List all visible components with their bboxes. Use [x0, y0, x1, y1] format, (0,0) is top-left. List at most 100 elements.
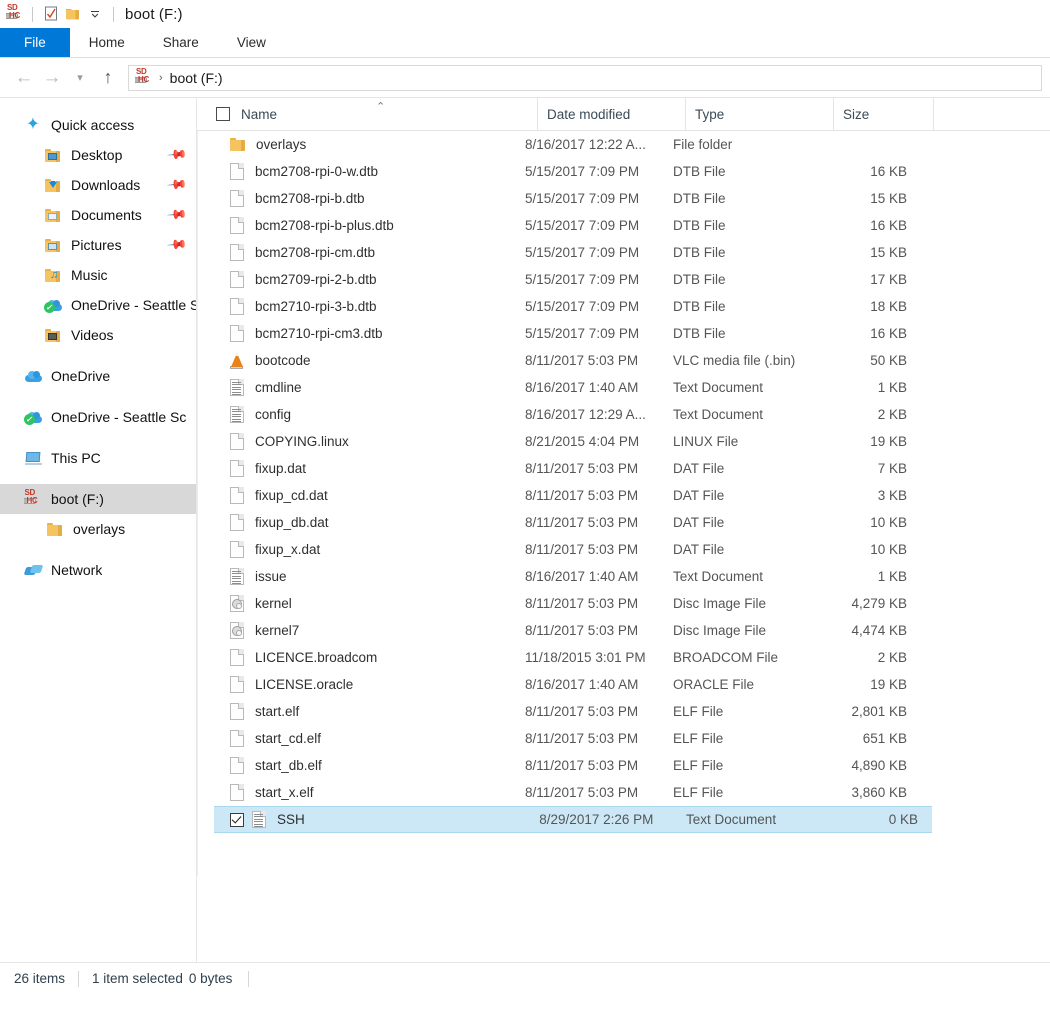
sidebar-item-label: Downloads — [71, 177, 141, 193]
sidebar-item-boot-f[interactable]: SD HC boot (F:) — [0, 484, 196, 514]
table-row[interactable]: bcm2708-rpi-0-w.dtb 5/15/2017 7:09 PM DT… — [197, 158, 1050, 185]
pin-icon[interactable]: 📌 — [166, 234, 188, 257]
table-row[interactable]: kernel 8/11/2017 5:03 PM Disc Image File… — [197, 590, 1050, 617]
table-row[interactable]: cmdline 8/16/2017 1:40 AM Text Document … — [197, 374, 1050, 401]
file-size-cell: 19 KB — [870, 434, 907, 449]
file-name-label: SSH — [277, 812, 305, 827]
file-name-label: start_x.elf — [255, 785, 314, 800]
sidebar-item-desktop[interactable]: Desktop 📌 — [0, 140, 196, 170]
status-selection-size: 0 bytes — [188, 971, 233, 986]
column-header-size[interactable]: Size — [833, 98, 933, 131]
file-date-cell: 8/16/2017 12:22 A... — [525, 137, 646, 152]
table-row[interactable]: fixup_x.dat 8/11/2017 5:03 PM DAT File 1… — [197, 536, 1050, 563]
recent-locations-chevron-icon[interactable]: ▾ — [66, 64, 94, 92]
file-name-label: fixup_cd.dat — [255, 488, 328, 503]
file-date-cell: 8/11/2017 5:03 PM — [525, 731, 639, 746]
table-row[interactable]: LICENSE.oracle 8/16/2017 1:40 AM ORACLE … — [197, 671, 1050, 698]
generic-file-icon — [230, 702, 245, 721]
sidebar-item-label: boot (F:) — [51, 491, 104, 507]
tab-home[interactable]: Home — [70, 28, 144, 57]
tab-share[interactable]: Share — [144, 28, 218, 57]
generic-file-icon — [230, 243, 245, 262]
table-row[interactable]: start_cd.elf 8/11/2017 5:03 PM ELF File … — [197, 725, 1050, 752]
table-row[interactable]: bcm2708-rpi-b.dtb 5/15/2017 7:09 PM DTB … — [197, 185, 1050, 212]
up-arrow-icon[interactable]: ↑ — [94, 64, 122, 92]
table-row[interactable]: bcm2708-rpi-cm.dtb 5/15/2017 7:09 PM DTB… — [197, 239, 1050, 266]
table-row[interactable]: bcm2709-rpi-2-b.dtb 5/15/2017 7:09 PM DT… — [197, 266, 1050, 293]
sidebar-item-overlays[interactable]: overlays — [0, 514, 196, 544]
select-all-checkbox[interactable] — [216, 107, 230, 121]
file-date-cell: 5/15/2017 7:09 PM — [525, 326, 640, 341]
table-row[interactable]: COPYING.linux 8/21/2015 4:04 PM LINUX Fi… — [197, 428, 1050, 455]
table-row[interactable]: fixup_cd.dat 8/11/2017 5:03 PM DAT File … — [197, 482, 1050, 509]
breadcrumb-address-field[interactable]: SD HC › boot (F:) — [128, 64, 1042, 91]
column-header-name[interactable]: Name ⌃ — [241, 98, 537, 131]
sidebar-item-onedrive-seattle-quick[interactable]: ✓ OneDrive - Seattle S — [0, 290, 196, 320]
file-date-cell: 8/11/2017 5:03 PM — [525, 542, 639, 557]
file-name-label: fixup.dat — [255, 461, 307, 476]
breadcrumb-current-folder[interactable]: boot (F:) — [170, 70, 223, 86]
table-row[interactable]: start_db.elf 8/11/2017 5:03 PM ELF File … — [197, 752, 1050, 779]
sidebar-item-quick-access[interactable]: ✦ Quick access — [0, 110, 196, 140]
pin-icon[interactable]: 📌 — [166, 144, 188, 167]
sidebar-item-this-pc[interactable]: This PC — [0, 443, 196, 473]
file-type-cell: ELF File — [673, 731, 724, 746]
table-row[interactable]: start.elf 8/11/2017 5:03 PM ELF File 2,8… — [197, 698, 1050, 725]
generic-file-icon — [230, 297, 245, 316]
folder-desktop-icon — [42, 145, 64, 165]
column-header-row: Name ⌃ Date modified Type Size — [197, 98, 1050, 131]
sidebar-item-onedrive-seattle[interactable]: ✓ OneDrive - Seattle Sc — [0, 402, 196, 432]
tab-file[interactable]: File — [0, 28, 70, 57]
sidebar-item-pictures[interactable]: Pictures 📌 — [0, 230, 196, 260]
properties-icon[interactable] — [40, 3, 62, 25]
table-row[interactable]: bcm2708-rpi-b-plus.dtb 5/15/2017 7:09 PM… — [197, 212, 1050, 239]
sidebar-item-music[interactable]: ♫ Music — [0, 260, 196, 290]
table-row[interactable]: bcm2710-rpi-cm3.dtb 5/15/2017 7:09 PM DT… — [197, 320, 1050, 347]
file-name-cell: bcm2710-rpi-3-b.dtb — [197, 297, 525, 316]
forward-arrow-icon[interactable]: → — [38, 64, 66, 92]
file-name-cell: SSH — [214, 810, 539, 829]
sidebar-item-onedrive[interactable]: OneDrive — [0, 361, 196, 391]
sidebar-item-network[interactable]: Network — [0, 555, 196, 585]
new-folder-icon[interactable] — [62, 3, 84, 25]
column-header-date-modified[interactable]: Date modified — [537, 98, 685, 131]
text-document-icon — [252, 810, 267, 829]
generic-file-icon — [230, 432, 245, 451]
pin-icon[interactable]: 📌 — [166, 174, 188, 197]
column-header-spacer — [933, 98, 1037, 131]
table-row[interactable]: fixup_db.dat 8/11/2017 5:03 PM DAT File … — [197, 509, 1050, 536]
table-row[interactable]: overlays 8/16/2017 12:22 A... File folde… — [197, 131, 1050, 158]
row-checkbox[interactable] — [230, 812, 244, 827]
sidebar-item-documents[interactable]: Documents 📌 — [0, 200, 196, 230]
table-row[interactable]: bootcode 8/11/2017 5:03 PM VLC media fil… — [197, 347, 1050, 374]
file-name-cell: fixup_cd.dat — [197, 486, 525, 505]
table-row[interactable]: kernel7 8/11/2017 5:03 PM Disc Image Fil… — [197, 617, 1050, 644]
file-name-cell: bcm2708-rpi-b-plus.dtb — [197, 216, 525, 235]
main-area: ✦ Quick access Desktop 📌 Downloads 📌 Doc… — [0, 98, 1050, 962]
file-type-cell: ELF File — [673, 704, 724, 719]
table-row[interactable]: LICENCE.broadcom 11/18/2015 3:01 PM BROA… — [197, 644, 1050, 671]
file-size-cell: 10 KB — [870, 542, 907, 557]
table-row-selected[interactable]: SSH 8/29/2017 2:26 PM Text Document 0 KB — [214, 806, 932, 833]
file-size-cell: 2 KB — [877, 650, 907, 665]
pin-icon[interactable]: 📌 — [166, 204, 188, 227]
sidebar-item-downloads[interactable]: Downloads 📌 — [0, 170, 196, 200]
back-arrow-icon[interactable]: ← — [10, 64, 38, 92]
sidebar-item-videos[interactable]: Videos — [0, 320, 196, 350]
file-name-label: kernel7 — [255, 623, 300, 638]
file-date-cell: 5/15/2017 7:09 PM — [525, 272, 640, 287]
customize-qat-chevron-icon[interactable] — [84, 3, 106, 25]
table-row[interactable]: issue 8/16/2017 1:40 AM Text Document 1 … — [197, 563, 1050, 590]
table-row[interactable]: fixup.dat 8/11/2017 5:03 PM DAT File 7 K… — [197, 455, 1050, 482]
file-size-cell: 0 KB — [888, 812, 919, 827]
table-row[interactable]: start_x.elf 8/11/2017 5:03 PM ELF File 3… — [197, 779, 1050, 806]
file-type-cell: BROADCOM File — [673, 650, 779, 665]
file-type-cell: Disc Image File — [673, 623, 767, 638]
sidebar-item-label: OneDrive - Seattle Sc — [51, 409, 187, 425]
tab-view[interactable]: View — [218, 28, 285, 57]
column-header-type[interactable]: Type — [685, 98, 833, 131]
file-rows: overlays 8/16/2017 12:22 A... File folde… — [197, 131, 1050, 833]
table-row[interactable]: config 8/16/2017 12:29 A... Text Documen… — [197, 401, 1050, 428]
file-name-label: bcm2710-rpi-3-b.dtb — [255, 299, 377, 314]
table-row[interactable]: bcm2710-rpi-3-b.dtb 5/15/2017 7:09 PM DT… — [197, 293, 1050, 320]
